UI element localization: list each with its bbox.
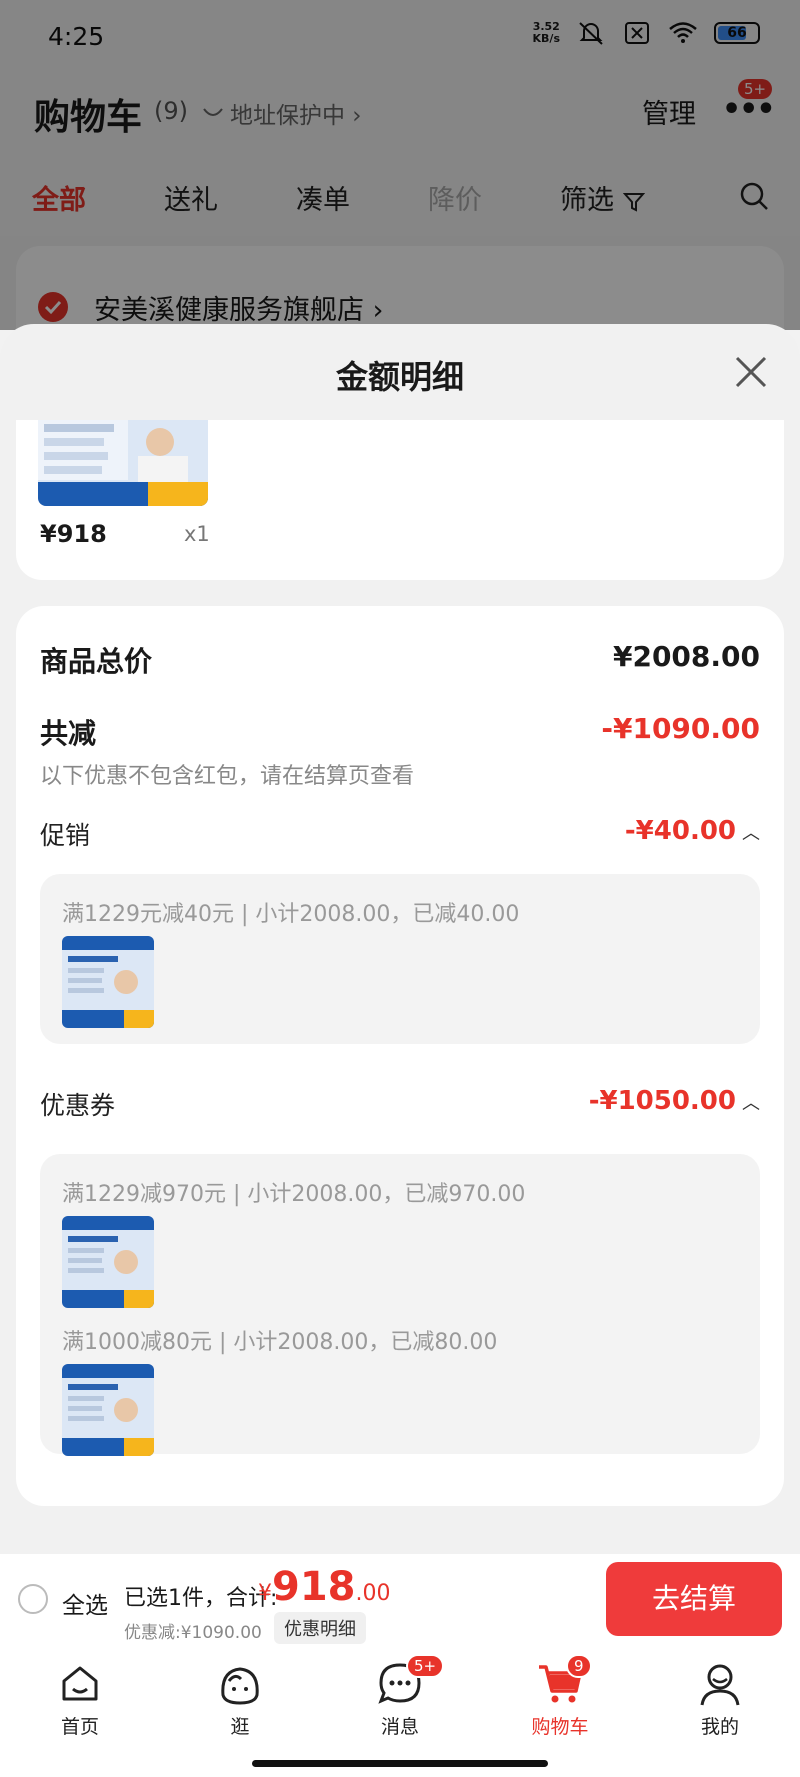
product-price: ¥918 — [40, 520, 107, 548]
total-decimal: .00 — [355, 1581, 391, 1606]
promotion-detail-box: 满1229元减40元 | 小计2008.00，已减40.00 — [40, 874, 760, 1044]
product-thumbnail — [62, 936, 154, 1028]
currency-symbol: ¥ — [258, 1581, 272, 1606]
product-thumbnail — [62, 1216, 154, 1308]
tab-profile-label: 我的 — [700, 1716, 739, 1738]
price-detail-sheet: 金额明细 ¥918 x1 商品总价 ¥2008.00 共减 -¥1090.00 … — [0, 324, 800, 1554]
total-amount: ¥918.00 — [258, 1564, 391, 1610]
profile-icon — [700, 1664, 740, 1706]
coupon-value: -¥1050.00 — [588, 1086, 736, 1116]
close-icon[interactable] — [733, 354, 769, 390]
product-thumbnail — [62, 1364, 154, 1456]
tab-cart-label: 购物车 — [531, 1716, 589, 1738]
total-integer: 918 — [272, 1564, 356, 1610]
checkout-button[interactable]: 去结算 — [606, 1562, 782, 1636]
message-badge: 5+ — [406, 1654, 445, 1678]
home-indicator[interactable] — [252, 1760, 548, 1767]
discount-note: 以下优惠不包含红包，请在结算页查看 — [40, 764, 415, 789]
total-price-label: 商品总价 — [40, 645, 153, 678]
discount-label: 共减 — [40, 717, 97, 750]
price-breakdown-card: 商品总价 ¥2008.00 共减 -¥1090.00 以下优惠不包含红包，请在结… — [16, 606, 784, 1506]
chevron-up-icon: ︿ — [742, 823, 760, 844]
home-icon — [62, 1666, 98, 1701]
coupon-rule: 满1229减970元 | 小计2008.00，已减970.00 — [62, 1182, 526, 1207]
select-all-label[interactable]: 全选 — [62, 1586, 108, 1620]
tab-home[interactable]: 首页 — [20, 1658, 140, 1739]
tab-messages-label: 消息 — [380, 1716, 419, 1738]
chevron-up-icon: ︿ — [742, 1093, 760, 1114]
product-card: ¥918 x1 — [16, 420, 784, 580]
checkout-bar: 全选 已选1件，合计: ¥918.00 优惠减:¥1090.00 优惠明细 去结… — [0, 1554, 800, 1648]
promotion-value: -¥40.00 — [624, 816, 736, 846]
tab-browse[interactable]: 逛 — [180, 1658, 300, 1739]
promotion-label: 促销 — [40, 821, 91, 850]
modal-backdrop[interactable] — [0, 0, 800, 330]
saved-amount: 优惠减:¥1090.00 — [124, 1623, 262, 1643]
tab-cart[interactable]: 9 购物车 — [500, 1654, 620, 1739]
sheet-title: 金额明细 — [335, 358, 464, 396]
total-price-value: ¥2008.00 — [612, 640, 760, 673]
browse-icon — [221, 1667, 259, 1705]
coupon-toggle[interactable]: -¥1050.00 ︿ — [589, 1086, 760, 1116]
tab-home-label: 首页 — [60, 1716, 99, 1738]
coupon-rule: 满1000减80元 | 小计2008.00，已减80.00 — [62, 1330, 498, 1355]
coupon-detail-box: 满1229减970元 | 小计2008.00，已减970.00 满1000减80… — [40, 1154, 760, 1456]
tab-browse-label: 逛 — [230, 1716, 250, 1738]
product-image[interactable] — [38, 420, 208, 506]
tab-messages[interactable]: 5+ 消息 — [340, 1654, 460, 1739]
coupon-label: 优惠券 — [40, 1091, 116, 1120]
bottom-tab-bar: 首页 逛 5+ 消息 9 购物车 我的 — [0, 1648, 800, 1777]
selected-summary: 已选1件，合计: — [124, 1586, 278, 1611]
discount-value: -¥1090.00 — [601, 712, 760, 745]
tab-profile[interactable]: 我的 — [660, 1658, 780, 1739]
promotion-toggle[interactable]: -¥40.00 ︿ — [625, 816, 760, 846]
promotion-rule: 满1229元减40元 | 小计2008.00，已减40.00 — [62, 902, 520, 927]
discount-detail-button[interactable]: 优惠明细 — [274, 1612, 366, 1644]
select-all-checkbox[interactable] — [18, 1584, 48, 1614]
cart-badge: 9 — [566, 1654, 592, 1678]
product-quantity: x1 — [184, 522, 210, 546]
